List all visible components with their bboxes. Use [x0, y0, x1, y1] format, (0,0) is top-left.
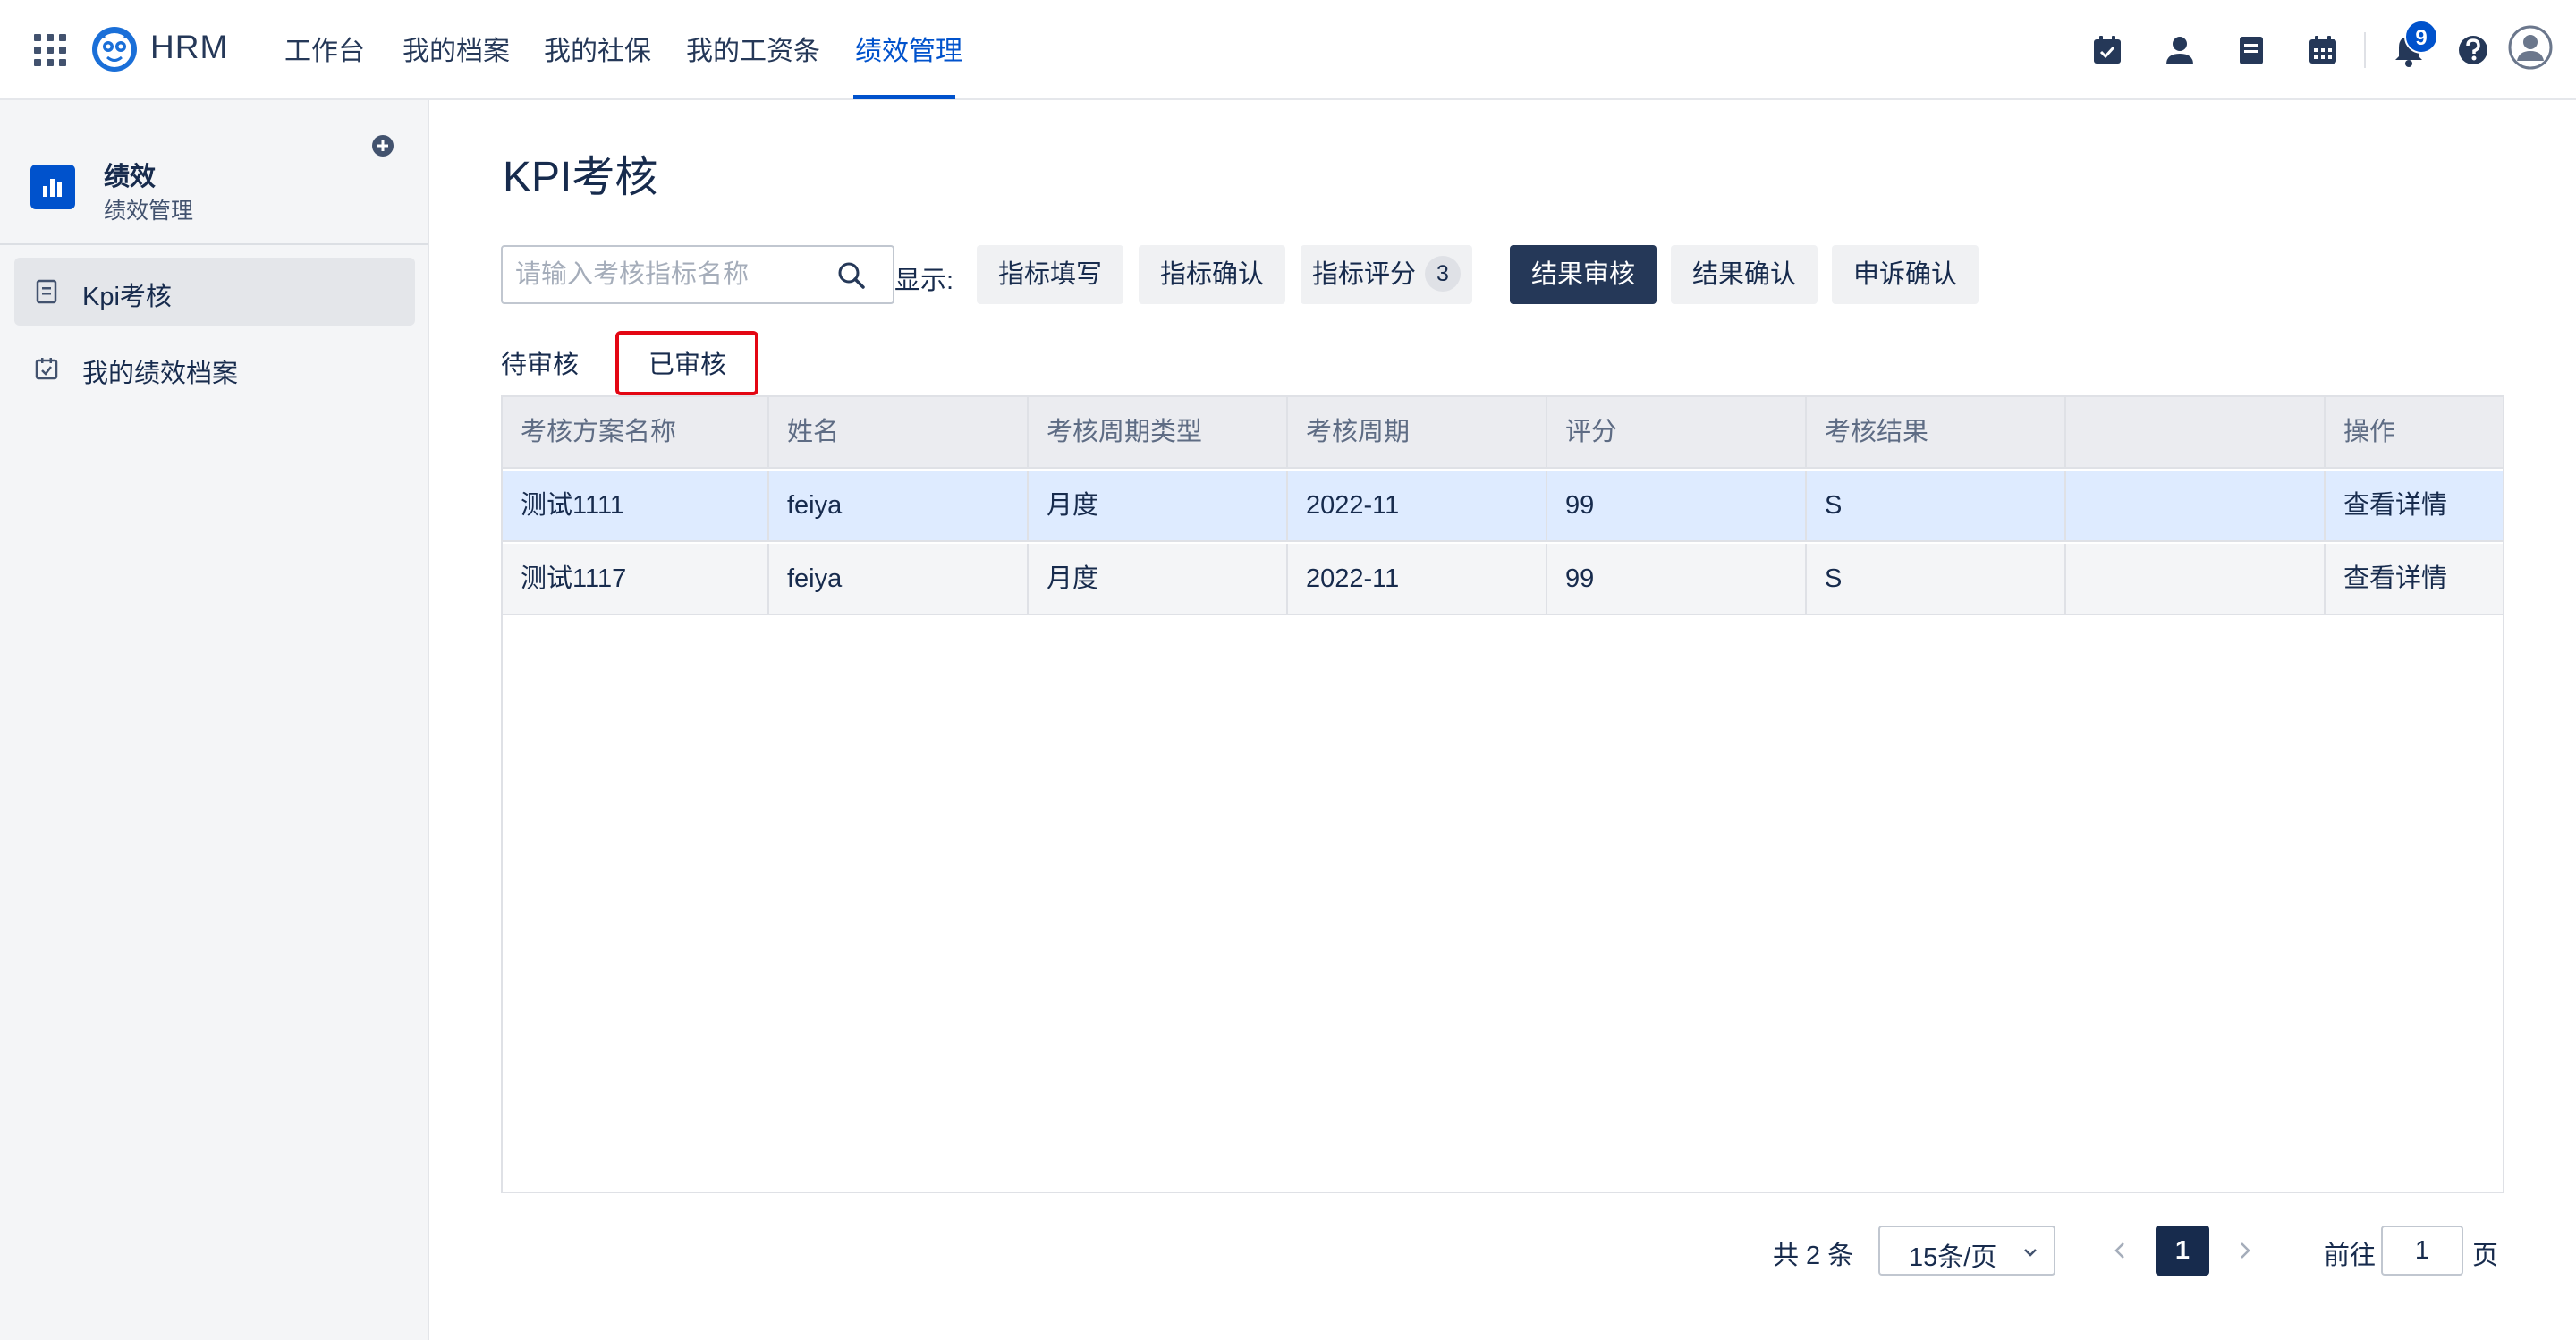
sidebar-subtitle: 绩效管理	[104, 199, 194, 224]
document-icon	[36, 279, 57, 304]
table-row[interactable]: 测试1117 feiya 月度 2022-11 99 S 查看详情	[503, 544, 2503, 615]
table-cell: 99	[1547, 471, 1807, 540]
app-launcher-icon[interactable]	[34, 34, 66, 66]
calendar-check-icon	[35, 358, 58, 380]
sidebar: 绩效 绩效管理 Kpi考核 我的绩效档案	[0, 100, 429, 1340]
pagination-total: 共 2 条	[1773, 1242, 1854, 1270]
document-list-icon[interactable]	[2233, 32, 2269, 68]
chevron-right-icon[interactable]	[2233, 1238, 2258, 1263]
table-cell: S	[1807, 471, 2066, 540]
table-cell: 2022-11	[1288, 544, 1547, 614]
chevron-down-icon	[2024, 1249, 2037, 1257]
chevron-left-icon[interactable]	[2107, 1238, 2132, 1263]
column-header[interactable]: 姓名	[769, 397, 1029, 467]
pagination-current-page[interactable]: 1	[2156, 1226, 2209, 1276]
nav-my-profile[interactable]: 我的档案	[402, 34, 510, 70]
search-icon[interactable]	[835, 259, 868, 292]
sidebar-item-label: 我的绩效档案	[82, 360, 239, 388]
column-header	[2066, 397, 2326, 467]
results-table: 考核方案名称 姓名 考核周期类型 考核周期 评分 考核结果 操作 测试1111 …	[501, 395, 2504, 1193]
view-details-link[interactable]: 查看详情	[2326, 471, 2503, 540]
hrm-logo-icon	[92, 27, 137, 72]
nav-workbench[interactable]: 工作台	[284, 34, 365, 70]
table-cell: 2022-11	[1288, 471, 1547, 540]
filter-indicator-fill[interactable]: 指标填写	[977, 245, 1123, 304]
column-header: 操作	[2343, 418, 2396, 446]
page-size-value: 15条/页	[1909, 1243, 1997, 1272]
sidebar-item-label: Kpi考核	[82, 283, 172, 311]
pagination-goto-label: 前往	[2324, 1242, 2377, 1270]
table-cell: S	[1807, 544, 2066, 614]
active-nav-indicator	[853, 95, 955, 99]
user-icon[interactable]	[2162, 32, 2198, 68]
table-cell: 月度	[1029, 471, 1288, 540]
column-header[interactable]: 评分	[1547, 397, 1807, 467]
top-navigation-bar: HRM 工作台 我的档案 我的社保 我的工资条 绩效管理 9	[0, 0, 2576, 100]
filter-label: 指标评分	[1311, 260, 1416, 289]
column-header[interactable]: 考核结果	[1807, 397, 2066, 467]
nav-my-social-security[interactable]: 我的社保	[544, 34, 651, 70]
view-details-link[interactable]: 查看详情	[2326, 544, 2503, 614]
column-header[interactable]: 考核周期类型	[1029, 397, 1288, 467]
brand-name: HRM	[150, 29, 229, 65]
pagination-page-unit: 页	[2472, 1242, 2499, 1270]
filter-result-review[interactable]: 结果审核	[1510, 245, 1657, 304]
filter-indicator-score[interactable]: 指标评分 3	[1301, 245, 1472, 304]
sidebar-item-kpi-review[interactable]: Kpi考核	[14, 258, 415, 326]
calendar-icon[interactable]	[2305, 32, 2341, 68]
search-box	[501, 245, 894, 304]
sidebar-title: 绩效	[104, 163, 157, 191]
notification-count-badge: 9	[2404, 20, 2438, 54]
table-cell: 测试1117	[503, 544, 769, 614]
toolbar-divider	[2364, 32, 2366, 68]
annotation-highlight-box	[615, 331, 758, 395]
filter-indicator-confirm[interactable]: 指标确认	[1139, 245, 1285, 304]
search-input[interactable]	[515, 256, 837, 293]
page-title: KPI考核	[503, 154, 658, 201]
sidebar-header: 绩效 绩效管理	[0, 100, 428, 245]
filter-result-confirm[interactable]: 结果确认	[1671, 245, 1818, 304]
filter-appeal-confirm[interactable]: 申诉确认	[1832, 245, 1979, 304]
table-cell: feiya	[769, 471, 1029, 540]
table-cell	[2066, 471, 2326, 540]
sidebar-item-my-performance-records[interactable]: 我的绩效档案	[14, 335, 415, 403]
task-check-icon[interactable]	[2089, 32, 2125, 68]
table-cell: 月度	[1029, 544, 1288, 614]
column-header[interactable]: 考核周期	[1288, 397, 1547, 467]
add-circle-icon[interactable]	[370, 133, 395, 158]
nav-my-payslip[interactable]: 我的工资条	[686, 34, 820, 70]
performance-chart-icon	[30, 165, 75, 209]
help-icon[interactable]	[2455, 32, 2491, 68]
table-row[interactable]: 测试1111 feiya 月度 2022-11 99 S 查看详情	[503, 471, 2503, 542]
table-cell: 99	[1547, 544, 1807, 614]
page-size-select[interactable]: 15条/页	[1878, 1226, 2055, 1276]
tab-pending-review[interactable]: 待审核	[501, 343, 579, 381]
column-header[interactable]: 考核方案名称	[503, 397, 769, 467]
table-cell	[2066, 544, 2326, 614]
show-filter-label: 显示:	[894, 267, 954, 295]
filter-count-badge: 3	[1425, 256, 1461, 292]
avatar-icon[interactable]	[2508, 25, 2553, 70]
nav-performance-management[interactable]: 绩效管理	[855, 34, 962, 70]
table-cell: feiya	[769, 544, 1029, 614]
table-cell: 测试1111	[503, 471, 769, 540]
pagination-goto-input[interactable]	[2381, 1226, 2463, 1276]
table-header-row: 考核方案名称 姓名 考核周期类型 考核周期 评分 考核结果 操作	[503, 397, 2503, 469]
